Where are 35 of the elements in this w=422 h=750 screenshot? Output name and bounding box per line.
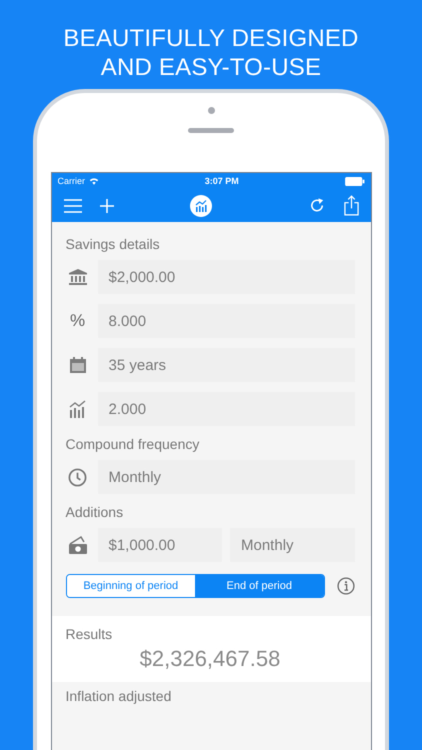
frequency-dropdown[interactable]: Monthly — [230, 528, 354, 562]
headline: BEAUTIFULLY DESIGNED — [63, 24, 359, 53]
percent-symbol: % — [70, 311, 86, 331]
section-title: Inflation adjusted — [66, 688, 172, 704]
calendar-icon — [68, 355, 88, 375]
battery-icon — [344, 176, 364, 186]
money-icon — [66, 535, 88, 555]
amount-field[interactable]: $1,000.00 — [98, 528, 222, 562]
share-icon[interactable] — [344, 195, 358, 216]
headline: AND EASY-TO-USE — [100, 53, 322, 82]
refresh-icon[interactable] — [308, 197, 326, 214]
section-title: Savings details — [66, 236, 161, 252]
add-icon[interactable] — [100, 198, 114, 212]
section-title: Results — [66, 626, 114, 642]
wifi-icon — [89, 177, 100, 185]
camera-icon — [208, 107, 214, 114]
result-amount: $2,326,467.58 — [140, 646, 280, 672]
segment-button[interactable]: Beginning of period — [66, 575, 195, 597]
menu-icon[interactable] — [64, 198, 82, 212]
section-title: Additions — [66, 504, 124, 520]
chart-logo-icon[interactable] — [190, 194, 212, 216]
section-title: Compound frequency — [66, 436, 200, 452]
input-field[interactable]: 8.000 — [98, 304, 354, 338]
speaker-icon — [188, 128, 234, 133]
input-field[interactable]: $2,000.00 — [98, 260, 354, 294]
bar-chart-icon — [68, 399, 88, 419]
info-icon[interactable] — [336, 577, 354, 595]
carrier-label: Carrier — [58, 176, 86, 186]
clock-time: 3:07 PM — [204, 176, 239, 186]
input-field[interactable]: 2.000 — [98, 392, 354, 426]
clock-icon — [68, 468, 87, 486]
segment-button[interactable]: End of period — [195, 575, 324, 597]
bank-icon — [68, 267, 88, 287]
frequency-dropdown[interactable]: Monthly — [98, 460, 354, 494]
input-field[interactable]: 35 years — [98, 348, 354, 382]
